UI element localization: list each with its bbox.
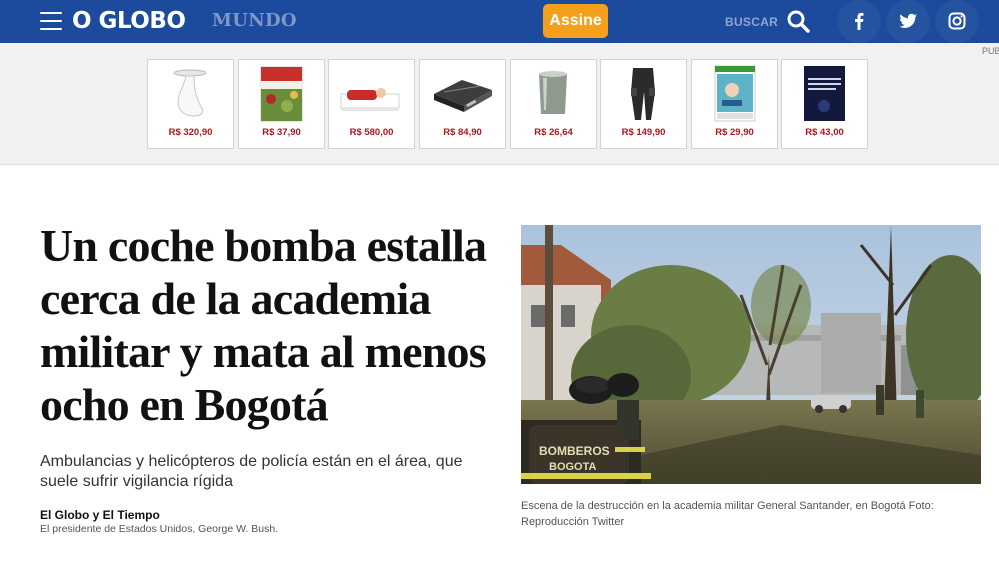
ad-price: R$ 26,64 bbox=[534, 127, 573, 138]
article-photo[interactable]: BOMBEROS BOGOTA bbox=[521, 225, 981, 484]
jacket-text-top: BOMBEROS bbox=[539, 444, 610, 458]
ad-baby-doll-bed[interactable]: R$ 580,00 bbox=[328, 59, 415, 149]
ad-cargo-pants[interactable]: R$ 149,90 bbox=[600, 59, 687, 149]
twitter-icon[interactable] bbox=[886, 0, 930, 43]
ad-price: R$ 37,90 bbox=[262, 127, 301, 138]
search-icon[interactable] bbox=[786, 9, 812, 35]
ad-electric-grill[interactable]: R$ 84,90 bbox=[419, 59, 506, 149]
book-cover-icon bbox=[804, 66, 845, 121]
ad-label: PUBLICIDADE bbox=[982, 46, 999, 56]
byline-note: El presidente de Estados Unidos, George … bbox=[40, 523, 279, 535]
article-byline: El Globo y El Tiempo bbox=[40, 508, 160, 522]
article-subtitle: Ambulancias y helicópteros de policía es… bbox=[40, 453, 463, 490]
glass-side-table-icon bbox=[173, 69, 207, 117]
section-title[interactable]: MUNDO bbox=[212, 9, 297, 33]
cookbook-icon bbox=[260, 66, 303, 122]
top-navigation-bar: O GLOBO MUNDO Assine BUSCAR bbox=[0, 0, 999, 43]
ad-strip: PUBLICIDADE R$ 320,90 R$ 37,90 R$ 580,00 bbox=[0, 43, 999, 165]
ad-glass-side-table[interactable]: R$ 320,90 bbox=[147, 59, 234, 149]
site-logo[interactable]: O GLOBO bbox=[72, 6, 186, 36]
ad-glass-candle-holder[interactable]: R$ 26,64 bbox=[510, 59, 597, 149]
jacket-text-bottom: BOGOTA bbox=[549, 461, 597, 473]
ad-price: R$ 84,90 bbox=[443, 127, 482, 138]
subscribe-button[interactable]: Assine bbox=[543, 4, 608, 38]
ad-price: R$ 43,00 bbox=[805, 127, 844, 138]
ad-price: R$ 29,90 bbox=[715, 127, 754, 138]
glass-candle-holder-icon bbox=[539, 71, 567, 114]
ad-video-game-case[interactable]: R$ 29,90 bbox=[691, 59, 778, 149]
ad-cookbook[interactable]: R$ 37,90 bbox=[238, 59, 325, 149]
hamburger-menu-icon[interactable] bbox=[40, 12, 62, 30]
cargo-pants-icon bbox=[631, 68, 655, 120]
ad-price: R$ 149,90 bbox=[621, 127, 666, 138]
ad-price: R$ 580,00 bbox=[349, 127, 394, 138]
instagram-icon[interactable] bbox=[935, 0, 979, 43]
ad-book-cover[interactable]: R$ 43,00 bbox=[781, 59, 868, 149]
ad-price: R$ 320,90 bbox=[168, 127, 213, 138]
facebook-icon[interactable] bbox=[837, 0, 881, 43]
photo-caption: Escena de la destrucción en la academia … bbox=[521, 500, 934, 528]
search-label[interactable]: BUSCAR bbox=[725, 14, 778, 30]
baby-doll-bed-icon bbox=[340, 88, 400, 111]
electric-grill-icon bbox=[434, 80, 492, 112]
article-headline: Un coche bomba estalla cerca de la acade… bbox=[40, 220, 487, 430]
video-game-case-icon bbox=[714, 65, 756, 122]
